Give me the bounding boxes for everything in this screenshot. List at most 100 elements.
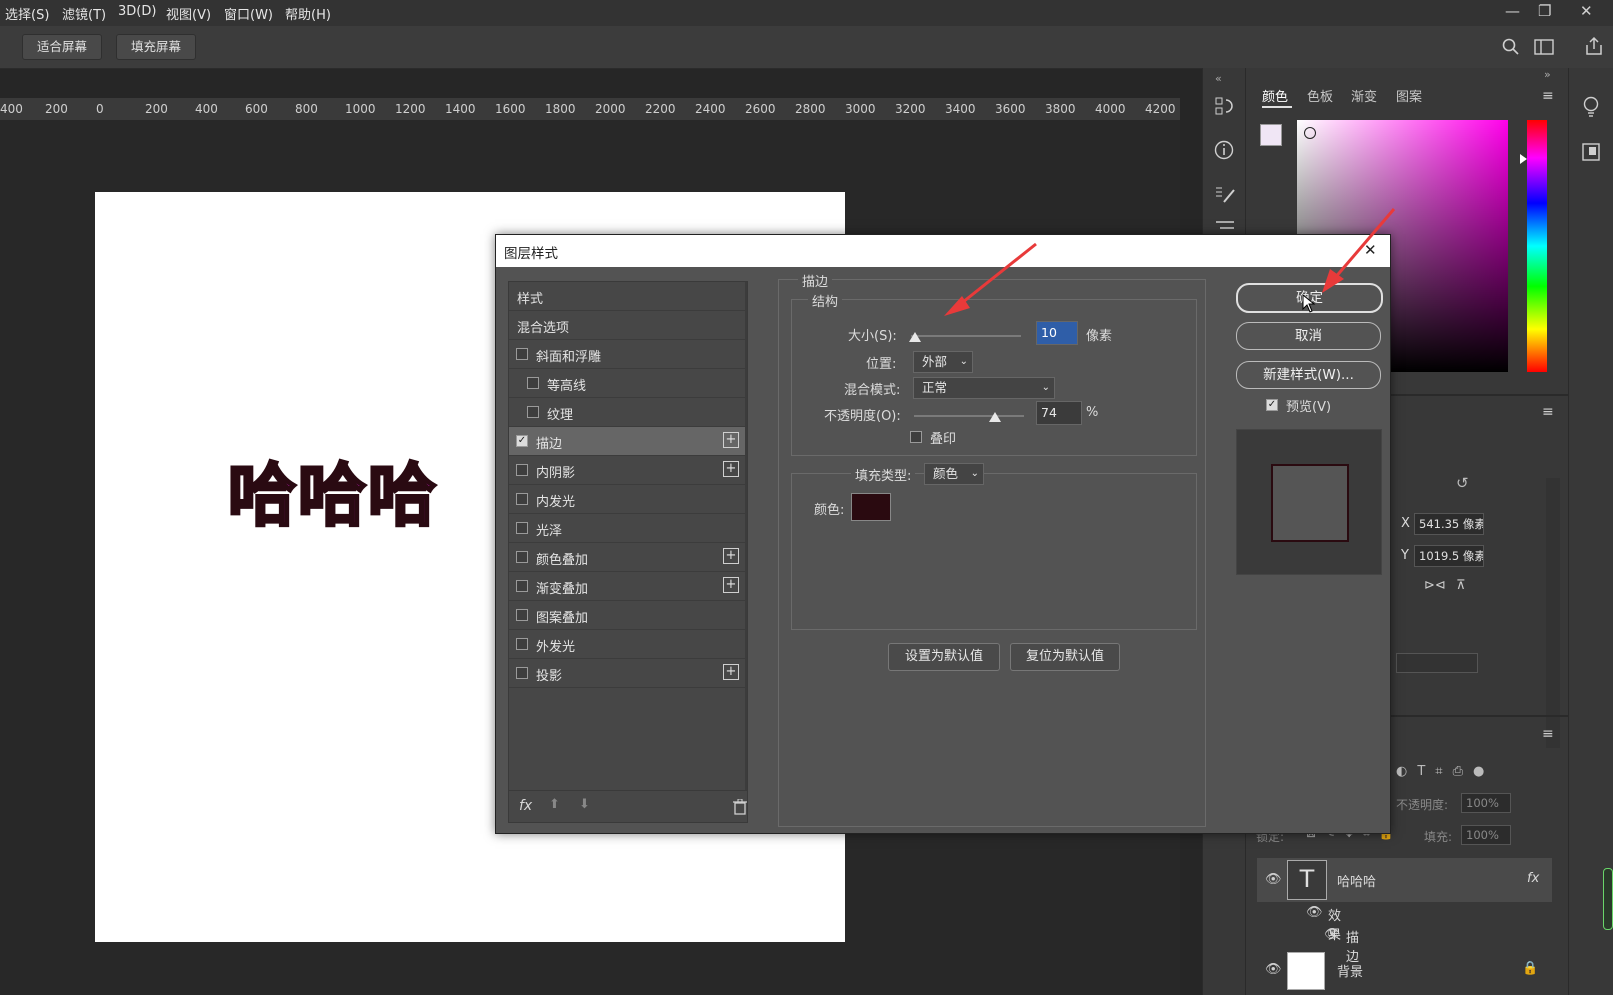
menu-select[interactable]: 选择(S) — [5, 4, 49, 23]
opacity-input[interactable]: 74 — [1036, 401, 1082, 425]
search-icon[interactable] — [1502, 38, 1520, 56]
fill-input[interactable]: 100% — [1461, 825, 1511, 845]
visibility-eye-icon[interactable]: 👁 — [1265, 962, 1282, 977]
visibility-eye-icon[interactable]: 👁 — [1306, 905, 1323, 920]
gradient-overlay-checkbox[interactable] — [516, 580, 528, 592]
restore-icon[interactable]: ❐ — [1538, 2, 1551, 20]
style-item-texture[interactable]: 纹理 — [509, 398, 745, 427]
cancel-button[interactable]: 取消 — [1236, 322, 1381, 350]
outer-glow-checkbox[interactable] — [516, 638, 528, 650]
libraries-icon[interactable] — [1581, 142, 1601, 162]
texture-checkbox[interactable] — [527, 406, 539, 418]
blend-mode-select[interactable]: 正常 ⌄ — [913, 377, 1055, 399]
layer-row[interactable]: 👁 背景 🔒 — [1257, 948, 1552, 992]
style-item-stroke[interactable]: ✓ 描边 + — [509, 427, 745, 456]
style-item-drop-shadow[interactable]: 投影 + — [509, 659, 745, 688]
minimize-icon[interactable]: — — [1505, 2, 1520, 20]
reset-icon[interactable]: ↺ — [1456, 474, 1469, 492]
history-icon[interactable] — [1214, 96, 1234, 116]
inner-shadow-checkbox[interactable] — [516, 464, 528, 476]
menu-help[interactable]: 帮助(H) — [285, 4, 331, 23]
styles-header[interactable]: 样式 — [509, 282, 745, 311]
overprint-checkbox[interactable] — [910, 431, 922, 443]
size-input[interactable]: 10 — [1036, 321, 1078, 345]
close-icon[interactable]: ✕ — [1580, 2, 1593, 20]
layer-name[interactable]: 哈哈哈 — [1337, 871, 1376, 890]
fx-icon[interactable]: fx — [519, 798, 532, 814]
tab-gradient[interactable]: 渐变 — [1351, 86, 1377, 105]
move-up-icon[interactable]: ⬆ — [549, 797, 560, 812]
expand-icon[interactable]: » — [1544, 68, 1551, 81]
opacity-slider-track[interactable] — [914, 415, 1024, 417]
fx-badge[interactable]: fx — [1527, 871, 1539, 886]
opacity-input[interactable]: 100% — [1461, 793, 1511, 813]
layer-row[interactable]: 👁 T 哈哈哈 fx — [1257, 858, 1552, 902]
satin-checkbox[interactable] — [516, 522, 528, 534]
visibility-eye-icon[interactable]: 👁 — [1324, 927, 1341, 942]
style-item-bevel[interactable]: 斜面和浮雕 — [509, 340, 745, 369]
reset-default-button[interactable]: 复位为默认值 — [1010, 643, 1120, 671]
style-item-pattern-overlay[interactable]: 图案叠加 — [509, 601, 745, 630]
layer-filter-icons[interactable]: ◐T⌗⎙● — [1396, 764, 1494, 779]
y-position-input[interactable]: 1019.5 像素 — [1414, 545, 1484, 567]
contour-checkbox[interactable] — [527, 377, 539, 389]
trash-icon[interactable] — [733, 799, 747, 815]
menu-3d[interactable]: 3D(D) — [118, 4, 156, 19]
style-item-inner-glow[interactable]: 内发光 — [509, 485, 745, 514]
menu-filter[interactable]: 滤镜(T) — [62, 4, 106, 23]
canvas-text[interactable]: 哈哈哈 — [226, 440, 438, 539]
picker-cursor[interactable] — [1304, 127, 1316, 139]
fit-screen-button[interactable]: 适合屏幕 — [22, 34, 103, 60]
panel-menu-icon[interactable]: ≡ — [1542, 726, 1554, 742]
foreground-swatch[interactable] — [1260, 124, 1282, 146]
panel-menu-icon[interactable]: ≡ — [1542, 404, 1554, 420]
share-icon[interactable] — [1584, 36, 1604, 56]
lightbulb-icon[interactable] — [1581, 96, 1601, 120]
collapse-icon[interactable]: « — [1215, 72, 1222, 85]
opacity-slider-thumb[interactable] — [989, 412, 1002, 422]
tab-pattern[interactable]: 图案 — [1396, 86, 1422, 105]
stroke-color-swatch[interactable] — [851, 493, 891, 521]
visibility-eye-icon[interactable]: 👁 — [1265, 872, 1282, 887]
fill-screen-button[interactable]: 填充屏幕 — [116, 34, 197, 60]
menu-window[interactable]: 窗口(W) — [224, 4, 273, 23]
blending-options-item[interactable]: 混合选项 — [509, 311, 745, 340]
add-stroke-icon[interactable]: + — [723, 432, 739, 448]
pattern-overlay-checkbox[interactable] — [516, 609, 528, 621]
style-item-outer-glow[interactable]: 外发光 — [509, 630, 745, 659]
drop-shadow-checkbox[interactable] — [516, 667, 528, 679]
add-drop-shadow-icon[interactable]: + — [723, 664, 739, 680]
tab-swatches[interactable]: 色板 — [1307, 86, 1333, 105]
move-down-icon[interactable]: ⬇ — [579, 797, 590, 812]
size-slider-thumb[interactable] — [909, 332, 922, 342]
size-slider-track[interactable] — [911, 335, 1021, 337]
color-overlay-checkbox[interactable] — [516, 551, 528, 563]
set-default-button[interactable]: 设置为默认值 — [888, 643, 1000, 671]
hue-slider-thumb[interactable] — [1520, 154, 1527, 164]
flip-horizontal-icon[interactable]: ⊳⊲ — [1424, 578, 1446, 593]
x-position-input[interactable]: 541.35 像素 — [1414, 513, 1484, 535]
info-icon[interactable] — [1214, 140, 1234, 160]
brush-icon[interactable] — [1214, 218, 1236, 232]
style-item-satin[interactable]: 光泽 — [509, 514, 745, 543]
properties-scrollbar[interactable] — [1546, 478, 1560, 748]
new-style-button[interactable]: 新建样式(W)... — [1236, 361, 1381, 389]
add-gradient-overlay-icon[interactable]: + — [723, 577, 739, 593]
style-item-inner-shadow[interactable]: 内阴影 + — [509, 456, 745, 485]
fill-type-select[interactable]: 颜色 ⌄ — [924, 463, 984, 485]
style-item-gradient-overlay[interactable]: 渐变叠加 + — [509, 572, 745, 601]
workspace-icon[interactable] — [1534, 39, 1554, 55]
flip-vertical-icon[interactable]: ⊼ — [1456, 578, 1466, 593]
preview-checkbox[interactable]: ✓ — [1266, 399, 1278, 411]
stroke-checkbox[interactable]: ✓ — [516, 435, 528, 447]
add-color-overlay-icon[interactable]: + — [723, 548, 739, 564]
hue-slider[interactable] — [1527, 120, 1547, 372]
panel-menu-icon[interactable]: ≡ — [1542, 88, 1554, 104]
position-select[interactable]: 外部 ⌄ — [913, 351, 973, 373]
layer-name[interactable]: 背景 — [1337, 961, 1363, 980]
properties-dropdown[interactable] — [1396, 653, 1478, 673]
style-item-contour[interactable]: 等高线 — [509, 369, 745, 398]
menu-view[interactable]: 视图(V) — [166, 4, 211, 23]
brush-settings-icon[interactable] — [1214, 184, 1236, 204]
bevel-checkbox[interactable] — [516, 348, 528, 360]
